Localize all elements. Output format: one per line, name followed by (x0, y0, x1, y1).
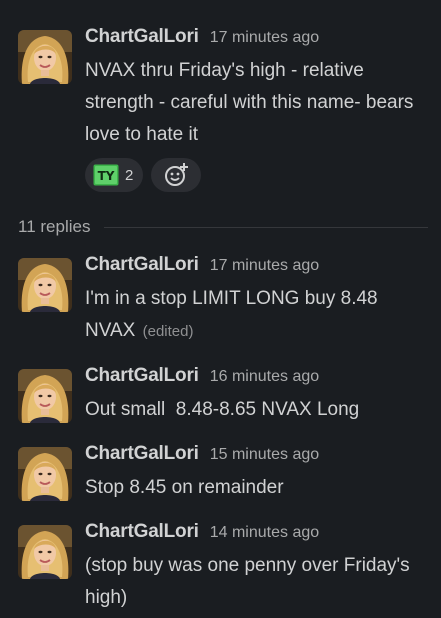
message-header: ChartGalLori 17 minutes ago (85, 26, 428, 54)
message-header: ChartGalLori 17 minutes ago (85, 254, 428, 282)
message-text: I'm in a stop LIMIT LONG buy 8.48 NVAX (85, 288, 383, 341)
avatar-image (18, 447, 72, 501)
message-content: ChartGalLori 17 minutes ago NVAX thru Fr… (85, 26, 428, 192)
message-text-container: I'm in a stop LIMIT LONG buy 8.48 NVAX (… (85, 283, 428, 348)
replies-count-label: 11 replies (18, 217, 91, 236)
message-content: ChartGalLori 16 minutes ago Out small 8.… (85, 365, 428, 426)
add-reaction-button[interactable] (151, 158, 202, 192)
message-text: NVAX thru Friday's high - relative stren… (85, 60, 419, 145)
message-content: ChartGalLori 17 minutes ago I'm in a sto… (85, 254, 428, 348)
author-name[interactable]: ChartGalLori (85, 443, 199, 465)
message-text: (stop buy was one penny over Friday's hi… (85, 555, 415, 608)
reaction-count: 2 (125, 166, 134, 184)
ty-emoji-label: TY (98, 169, 115, 183)
message-text: Out small 8.48-8.65 NVAX Long (85, 399, 360, 420)
reactions-bar: TY 2 (85, 158, 428, 192)
ty-emoji-icon: TY (93, 164, 119, 186)
message-content: ChartGalLori 14 minutes ago (stop buy wa… (85, 521, 428, 614)
replies-divider-row: 11 replies (18, 214, 428, 240)
message-header: ChartGalLori 16 minutes ago (85, 365, 428, 393)
author-name[interactable]: ChartGalLori (85, 26, 199, 48)
timestamp[interactable]: 16 minutes ago (210, 368, 319, 386)
avatar-image (18, 369, 72, 423)
divider-line (104, 226, 428, 228)
timestamp[interactable]: 17 minutes ago (210, 257, 319, 275)
timestamp[interactable]: 17 minutes ago (210, 29, 319, 47)
avatar[interactable] (18, 369, 72, 423)
avatar[interactable] (18, 30, 72, 84)
avatar[interactable] (18, 447, 72, 501)
timestamp[interactable]: 15 minutes ago (210, 446, 319, 464)
message-header: ChartGalLori 14 minutes ago (85, 521, 428, 549)
message-header: ChartGalLori 15 minutes ago (85, 443, 428, 471)
author-name[interactable]: ChartGalLori (85, 254, 199, 276)
add-reaction-smiley-icon (165, 163, 189, 186)
edited-label: (edited) (142, 323, 194, 340)
avatar-image (18, 30, 72, 84)
avatar[interactable] (18, 525, 72, 579)
avatar-image (18, 258, 72, 312)
reaction-ty-button[interactable]: TY 2 (85, 158, 144, 192)
timestamp[interactable]: 14 minutes ago (210, 524, 319, 542)
author-name[interactable]: ChartGalLori (85, 521, 199, 543)
avatar[interactable] (18, 258, 72, 312)
avatar-image (18, 525, 72, 579)
message-content: ChartGalLori 15 minutes ago Stop 8.45 on… (85, 443, 428, 504)
message-text: Stop 8.45 on remainder (85, 477, 284, 498)
author-name[interactable]: ChartGalLori (85, 365, 199, 387)
